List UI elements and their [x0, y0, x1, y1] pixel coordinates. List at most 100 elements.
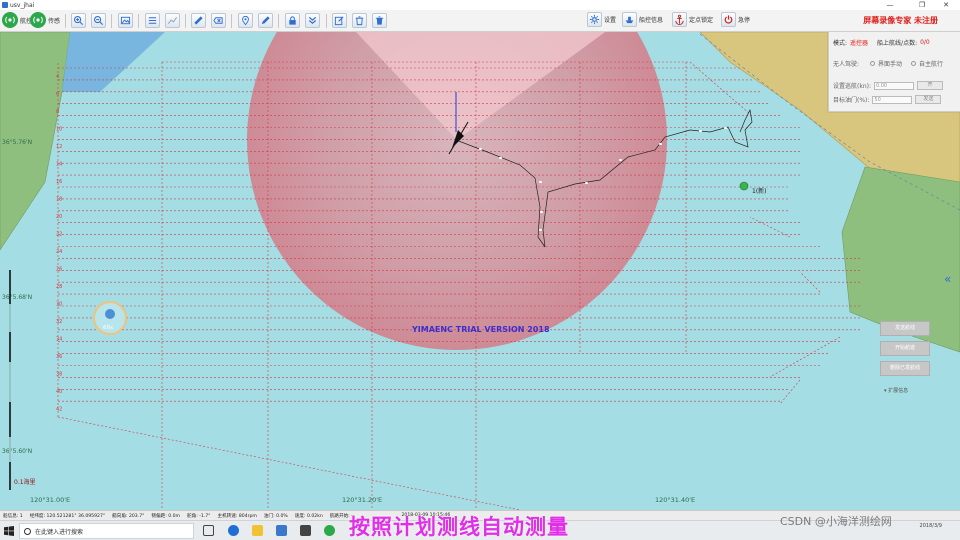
store-icon[interactable] [276, 525, 287, 536]
signal-icon [2, 12, 18, 28]
recorder-app-icon[interactable] [300, 525, 311, 536]
settings-button[interactable]: 设置 [587, 12, 616, 27]
chart-image-button[interactable] [118, 13, 133, 28]
app-icon [2, 2, 8, 8]
throttle-send-button[interactable]: 发送 [915, 95, 942, 104]
polyline-icon [167, 17, 178, 25]
speed-badge[interactable]: 69x [93, 301, 127, 335]
manual-radio[interactable] [870, 61, 876, 66]
svg-text:0.1海里: 0.1海里 [14, 478, 36, 486]
power-icon [721, 12, 736, 27]
trial-watermark: YIMAENC TRIAL VERSION 2018 [411, 325, 550, 334]
taskbar-search[interactable]: 在此键入进行搜索 [19, 523, 194, 539]
waypoint-marker[interactable]: 1(新) [739, 181, 767, 195]
track-line-button[interactable] [165, 13, 180, 28]
speed-start-button[interactable]: 开 [916, 81, 943, 90]
nautical-chart[interactable]: 4 6 8 10 12 14 16 18 20 22 24 26 28 30 32 34 36 38 40 42 1(… [0, 32, 960, 510]
survey-line-number: 26 [56, 267, 62, 273]
map-pin-icon [242, 15, 249, 26]
delete-sent-route-button[interactable]: 删除已发航线 [880, 361, 930, 376]
start-track-button[interactable]: 开始航迹 [880, 341, 930, 356]
toolbar-divider [65, 14, 66, 28]
recorder-notice: 屏幕录像专家 未注册 [863, 15, 938, 25]
nav-control-button[interactable]: 航控 [2, 12, 32, 28]
survey-line-number: 22 [56, 232, 62, 238]
anchor-icon [672, 12, 687, 27]
windows-start-icon[interactable] [4, 526, 14, 536]
collapse-button[interactable] [305, 13, 320, 28]
survey-line-number: 20 [56, 214, 62, 220]
send-route-button[interactable]: 发送航线 [880, 321, 930, 336]
survey-line-number: 16 [56, 179, 62, 185]
maximize-button[interactable]: ❐ [910, 0, 934, 10]
station-keeping-button[interactable]: 定点锁定 [672, 12, 713, 27]
draw-route-button[interactable] [258, 13, 273, 28]
status-position: 经纬度: 120.521281° 36.095927° [29, 513, 106, 519]
pen-icon [261, 16, 270, 25]
minimize-button[interactable]: — [878, 0, 902, 10]
survey-line-numbers: 4 6 8 10 12 14 16 18 20 22 24 26 28 30 32 34 36 38 40 42 [56, 74, 62, 413]
longitude-label: 120°31.00'E [30, 496, 70, 504]
edit-icon [334, 16, 344, 26]
toolbar-divider [231, 14, 232, 28]
zoom-out-button[interactable] [91, 13, 106, 28]
survey-line-number: 40 [56, 389, 62, 395]
survey-line-number: 34 [56, 337, 62, 343]
station-keeping-label: 定点锁定 [689, 17, 714, 24]
throttle-row: 目标油门(%): 50 发送 [833, 95, 942, 104]
task-view-icon[interactable] [203, 525, 214, 536]
settings-label: 设置 [604, 17, 617, 24]
measure-button[interactable] [191, 13, 206, 28]
clear-all-button[interactable] [372, 13, 387, 28]
manual-option-label: 界面手动 [878, 61, 903, 68]
survey-line-number: 4 [56, 74, 59, 80]
survey-line-number: 32 [56, 319, 62, 325]
image-icon [120, 16, 131, 25]
erase-button[interactable] [211, 13, 226, 28]
survey-line-number: 12 [56, 144, 62, 150]
sensor-button[interactable]: 传感 [30, 12, 60, 28]
auto-option-label: 自主航行 [919, 61, 944, 68]
toolbar-divider [326, 14, 327, 28]
status-rudder: 舵角: -1.7° [187, 513, 211, 519]
lock-button[interactable] [285, 13, 300, 28]
list-button[interactable] [145, 13, 160, 28]
scale-bar: 0.1海里 [9, 270, 36, 490]
svg-text:69x: 69x [103, 325, 114, 331]
survey-line-number: 6 [56, 92, 59, 98]
toolbar-divider [111, 14, 112, 28]
latitude-label: 36°5.76'N [2, 139, 32, 146]
clock-date: 2018/3/9 [919, 523, 942, 529]
toolbar-divider [278, 14, 279, 28]
edge-browser-icon[interactable] [228, 525, 239, 536]
delete-button[interactable] [352, 13, 367, 28]
lock-icon [289, 16, 296, 25]
file-explorer-icon[interactable] [252, 525, 263, 536]
speed-input[interactable]: 0.00 [873, 81, 914, 90]
close-button[interactable]: ✕ [934, 0, 958, 10]
zoom-in-button[interactable] [71, 13, 86, 28]
emergency-stop-button[interactable]: 急停 [721, 12, 750, 27]
ruler-icon [194, 16, 203, 25]
edit-button[interactable] [332, 13, 347, 28]
chart-map[interactable]: 4 6 8 10 12 14 16 18 20 22 24 26 28 30 32 34 36 38 40 42 1(… [0, 32, 960, 510]
eraser-icon [213, 17, 223, 24]
ship-info-button[interactable]: 船控信息 [622, 12, 663, 27]
list-icon [148, 17, 157, 24]
extended-info-link[interactable]: ▾ 扩展信息 [884, 387, 908, 394]
speed-label: 设置巡航(kn): [833, 83, 871, 90]
waypoint-button[interactable] [238, 13, 253, 28]
ship-info-icon [622, 12, 637, 27]
survey-line-number: 42 [56, 407, 62, 413]
survey-line-number: 24 [56, 249, 62, 255]
survey-diagonals [749, 216, 841, 405]
expand-panel-icon[interactable]: « [944, 272, 951, 286]
control-panel: 模式: 遥控器 船上航线/点数: 0/0 无人驾驶: 界面手动 自主航行 设置巡… [828, 32, 960, 112]
longitude-label: 120°31.40'E [655, 496, 695, 504]
usv-app-icon[interactable] [324, 525, 335, 536]
longitude-label: 120°31.20'E [342, 496, 382, 504]
title-bar: usv_jhai — ❐ ✕ [0, 0, 960, 10]
circle-icon [24, 527, 31, 535]
auto-radio[interactable] [911, 61, 917, 66]
throttle-input[interactable]: 50 [872, 95, 913, 104]
